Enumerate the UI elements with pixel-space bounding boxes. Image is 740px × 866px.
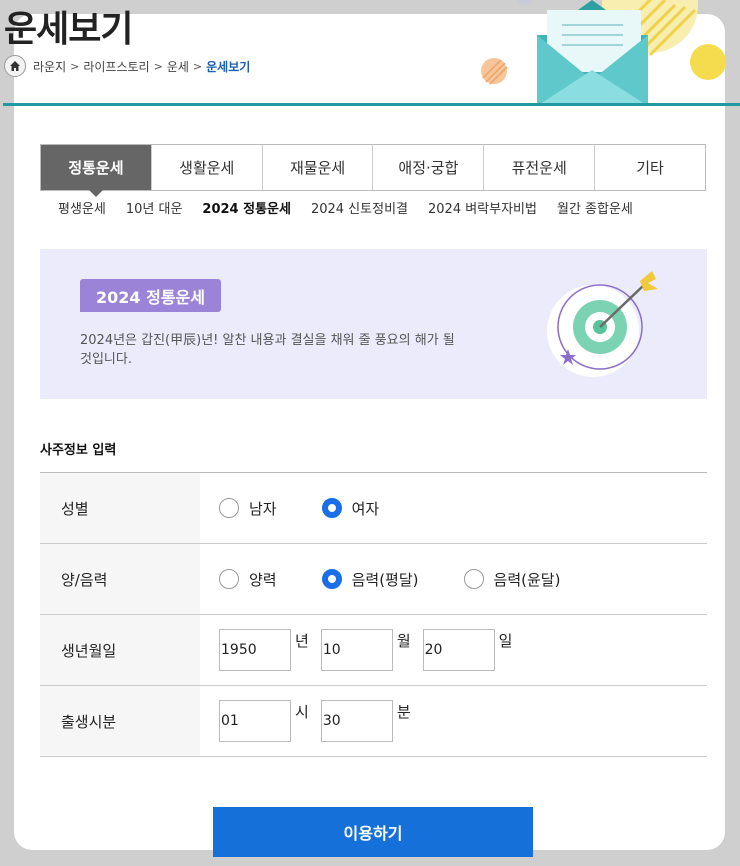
- subtab-lifetime[interactable]: 평생운세: [58, 198, 106, 217]
- radio-checked-icon[interactable]: [321, 498, 342, 518]
- birthtime-label: 출생시분: [40, 686, 200, 756]
- submit-button[interactable]: 이용하기: [213, 807, 533, 857]
- home-icon[interactable]: [4, 55, 26, 77]
- radio-male[interactable]: 남자: [219, 498, 277, 519]
- subtab-2024-tojeong[interactable]: 2024 신토정비결: [311, 198, 408, 217]
- banner-description: 2024년은 갑진(甲辰)년! 알찬 내용과 결실을 채워 줄 풍요의 해가 될…: [80, 333, 455, 367]
- subtab-monthly[interactable]: 월간 종합운세: [557, 198, 633, 217]
- chevron-right-icon: >: [153, 59, 163, 73]
- banner-badge: 2024 정통운세: [80, 279, 221, 312]
- birth-month-input[interactable]: [320, 629, 393, 671]
- day-unit: 일: [498, 631, 513, 650]
- saju-form: 성별 남자 여자 양/음력 양력 음력(평달) 음력(윤달) 생년월일 1950…: [40, 472, 707, 757]
- breadcrumb-item[interactable]: 라운지: [33, 58, 66, 75]
- radio-label: 남자: [249, 499, 277, 518]
- birth-year-input[interactable]: [219, 629, 291, 671]
- hour-unit: 시: [295, 702, 309, 721]
- radio-label: 음력(평달): [351, 570, 419, 589]
- calendar-row: 양/음력 양력 음력(평달) 음력(윤달): [40, 544, 707, 615]
- radio-female[interactable]: 여자: [321, 498, 380, 519]
- tab-wealth[interactable]: 재물운세: [261, 145, 373, 190]
- breadcrumb-current[interactable]: 운세보기: [206, 58, 250, 75]
- radio-solar[interactable]: 양력: [219, 569, 277, 590]
- gender-label: 성별: [40, 473, 200, 543]
- tab-love[interactable]: 애정·궁합: [372, 145, 484, 190]
- gender-row: 성별 남자 여자: [40, 473, 707, 544]
- minute-unit: 분: [396, 702, 411, 721]
- radio-lunar-normal[interactable]: 음력(평달): [321, 569, 419, 590]
- birthtime-row: 출생시분 시 분: [40, 686, 707, 757]
- radio-label: 양력: [249, 570, 277, 589]
- category-tabs: 정통운세 생활운세 재물운세 애정·궁합 퓨전운세 기타: [40, 144, 706, 197]
- birth-minute-input[interactable]: [320, 700, 393, 742]
- radio-checked-icon[interactable]: [321, 569, 342, 589]
- tab-life[interactable]: 생활운세: [150, 145, 262, 190]
- tab-fusion[interactable]: 퓨전운세: [483, 145, 595, 190]
- birth-day-input[interactable]: [422, 629, 495, 671]
- envelope-illustration: [481, 0, 726, 106]
- fortune-banner: 2024 정통운세 2024년은 갑진(甲辰)년! 알찬 내용과 결실을 채워 …: [40, 249, 707, 399]
- section-title: 사주정보 입력: [40, 443, 117, 458]
- radio-circle-icon[interactable]: [219, 569, 239, 589]
- tab-traditional[interactable]: 정통운세: [41, 145, 151, 197]
- chevron-right-icon: >: [70, 59, 80, 73]
- radio-label: 여자: [351, 499, 380, 518]
- birthdate-label: 생년월일: [40, 615, 200, 685]
- subtab-2024-traditional[interactable]: 2024 정통운세: [202, 198, 291, 217]
- year-unit: 년: [295, 631, 309, 650]
- target-arrow-icon: [547, 271, 658, 377]
- tab-etc[interactable]: 기타: [594, 145, 705, 190]
- subtab-2024-rich[interactable]: 2024 벼락부자비법: [428, 198, 537, 217]
- chevron-right-icon: >: [192, 59, 203, 73]
- radio-label: 음력(윤달): [493, 570, 561, 589]
- header-divider: [3, 103, 740, 106]
- birth-hour-input[interactable]: [219, 700, 291, 742]
- breadcrumb-item[interactable]: 라이프스토리: [83, 58, 149, 75]
- breadcrumb-item[interactable]: 운세: [167, 58, 189, 75]
- subtab-10year[interactable]: 10년 대운: [126, 198, 183, 217]
- radio-circle-icon[interactable]: [219, 498, 239, 518]
- radio-lunar-leap[interactable]: 음력(윤달): [463, 569, 561, 590]
- radio-circle-icon[interactable]: [463, 569, 484, 589]
- birthdate-row: 생년월일 년 월 일: [40, 615, 707, 686]
- month-unit: 월: [396, 631, 411, 650]
- calendar-label: 양/음력: [40, 544, 200, 614]
- breadcrumb: 라운지 > 라이프스토리 > 운세 > 운세보기: [4, 55, 250, 77]
- sub-tabs: 평생운세 10년 대운 2024 정통운세 2024 신토정비결 2024 벼락…: [58, 198, 653, 217]
- page-title: 운세보기: [4, 9, 133, 50]
